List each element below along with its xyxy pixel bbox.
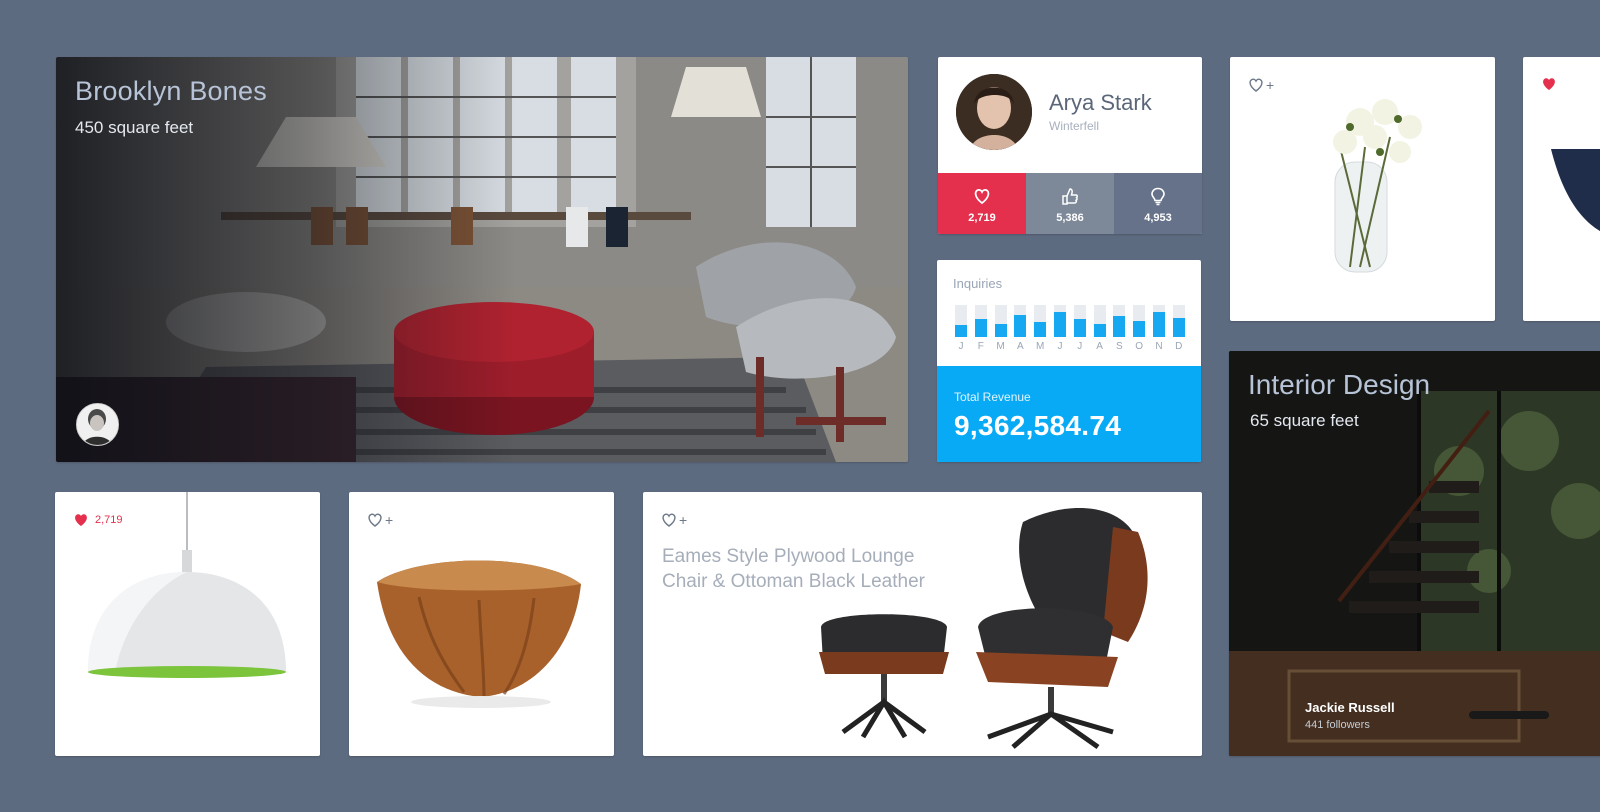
- product-card-lamp[interactable]: 2,719: [55, 492, 320, 756]
- month-label: N: [1155, 341, 1163, 352]
- product-card-vase[interactable]: +: [1230, 57, 1495, 321]
- inquiry-bar-fill: [1054, 312, 1066, 337]
- interior-title[interactable]: Interior Design: [1248, 369, 1430, 401]
- interior-subtitle: 65 square feet: [1250, 411, 1359, 430]
- product-card-eames-chair[interactable]: + Eames Style Plywood Lounge Chair & Ott…: [643, 492, 1202, 756]
- hero-title[interactable]: Brooklyn Bones: [75, 76, 267, 107]
- product-card-bowl[interactable]: +: [349, 492, 614, 756]
- inquiries-label: Inquiries: [953, 276, 1003, 291]
- month-label: D: [1175, 341, 1183, 352]
- inquiry-bar-fill: [1093, 324, 1106, 337]
- inquiry-bar-fill: [1113, 316, 1126, 337]
- inquiry-bar[interactable]: [1073, 305, 1086, 337]
- profile-name[interactable]: Arya Stark: [1049, 90, 1152, 116]
- inquiry-bar-fill: [1034, 322, 1047, 337]
- profile-avatar[interactable]: [956, 74, 1032, 150]
- hero-subtitle: 450 square feet: [75, 118, 194, 137]
- inquiry-bar-fill: [1172, 318, 1185, 337]
- month-label: J: [958, 341, 964, 352]
- inquiry-bar-fill: [1073, 319, 1086, 337]
- ideas-count: 4,953: [1144, 212, 1172, 224]
- lightbulb-icon: [1151, 187, 1165, 206]
- ideas-stat[interactable]: 4,953: [1114, 173, 1202, 234]
- month-label: S: [1116, 341, 1123, 352]
- eames-chair-ottoman-image: [819, 508, 1148, 750]
- dark-bowl-image: [1551, 149, 1600, 231]
- inquiry-bar-fill: [1133, 321, 1146, 337]
- brooklyn-bones-card[interactable]: Brooklyn Bones 450 square feet: [56, 57, 908, 462]
- inquiry-bar[interactable]: [1093, 305, 1106, 337]
- month-label: J: [1077, 341, 1083, 352]
- heart-icon: [974, 189, 990, 205]
- month-label: A: [1096, 341, 1103, 352]
- profile-card[interactable]: Arya Stark Winterfell 2,719 5,386 4,953: [938, 57, 1202, 234]
- flower-vase-image: [1333, 99, 1422, 273]
- author-followers: 441 followers: [1305, 719, 1370, 731]
- interior-design-card[interactable]: Interior Design 65 square feet Jackie Ru…: [1229, 351, 1600, 756]
- inquiry-bar[interactable]: [1014, 305, 1027, 337]
- month-axis: J F M A M J J A S ON D: [955, 341, 1185, 353]
- month-label: O: [1135, 341, 1144, 352]
- inquiries-bar-chart: [955, 305, 1185, 337]
- author-name[interactable]: Jackie Russell: [1305, 700, 1395, 715]
- likes-count: 2,719: [968, 212, 996, 224]
- owner-avatar[interactable]: [76, 403, 119, 446]
- thumbs-count: 5,386: [1056, 212, 1084, 224]
- profile-location: Winterfell: [1049, 119, 1100, 133]
- thumbs-up-icon: [1062, 188, 1078, 205]
- pendant-lamp-image: [88, 492, 286, 678]
- inquiry-bar[interactable]: [1172, 305, 1185, 337]
- profile-stats: 2,719 5,386 4,953: [938, 173, 1202, 234]
- inquiry-bar[interactable]: [974, 305, 987, 337]
- inquiry-bar-fill: [974, 319, 987, 337]
- inquiry-bar[interactable]: [1133, 305, 1146, 337]
- person-avatar-icon: [956, 74, 1032, 150]
- inquiry-bar[interactable]: [1113, 305, 1126, 337]
- thumbs-stat[interactable]: 5,386: [1026, 173, 1114, 234]
- month-label: F: [977, 341, 984, 352]
- month-label: A: [1017, 341, 1024, 352]
- inquiry-bar[interactable]: [955, 305, 967, 337]
- month-label: J: [1057, 341, 1063, 352]
- month-label: M: [996, 341, 1005, 352]
- person-avatar-icon: [77, 404, 118, 445]
- inquiry-bar-fill: [955, 325, 967, 337]
- total-revenue-value: 9,362,584.74: [954, 410, 1122, 441]
- total-revenue-panel: Total Revenue 9,362,584.74: [937, 366, 1201, 462]
- inquiry-bar-fill: [1153, 312, 1165, 337]
- wooden-bowl-image: [377, 560, 581, 708]
- inquiry-bar[interactable]: [1054, 305, 1066, 337]
- month-label: M: [1036, 341, 1045, 352]
- total-revenue-label: Total Revenue: [954, 390, 1031, 404]
- product-card-partial[interactable]: [1523, 57, 1600, 321]
- inquiry-bar[interactable]: [994, 305, 1007, 337]
- inquiry-bar-fill: [1014, 315, 1027, 337]
- likes-stat[interactable]: 2,719: [938, 173, 1026, 234]
- inquiry-bar-fill: [994, 324, 1007, 337]
- inquiries-card[interactable]: Inquiries J F M A M J J A S ON D Total Revenue 9,3…: [937, 260, 1201, 462]
- inquiry-bar[interactable]: [1153, 305, 1165, 337]
- inquiry-bar[interactable]: [1034, 305, 1047, 337]
